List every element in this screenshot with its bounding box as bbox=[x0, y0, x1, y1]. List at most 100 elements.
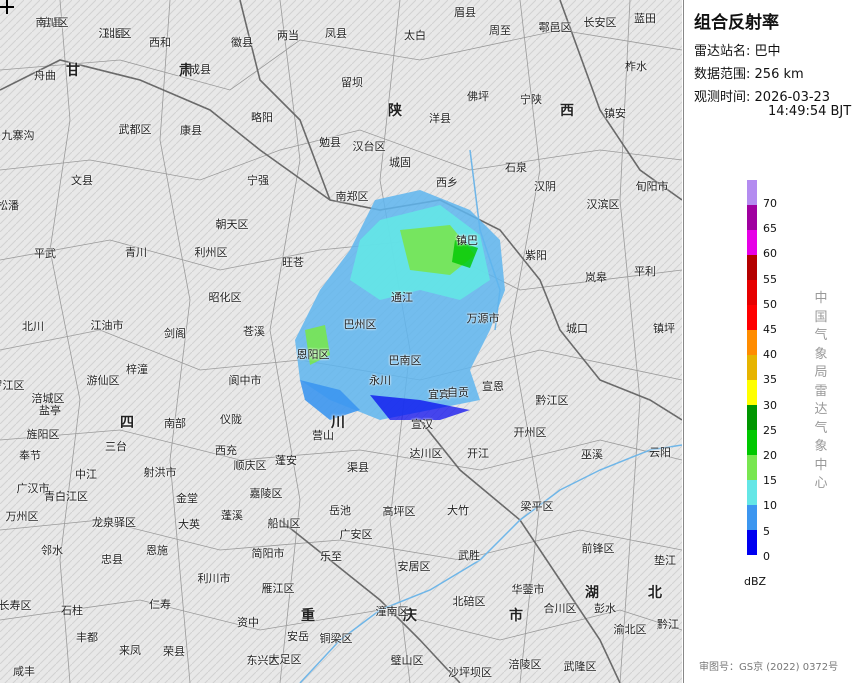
terrain-layer bbox=[0, 0, 682, 683]
station-value: 巴中 bbox=[754, 44, 781, 59]
legend-swatch bbox=[747, 280, 757, 305]
place-label: 涪陵区 bbox=[508, 658, 542, 671]
place-label: 南郑区 bbox=[335, 190, 369, 203]
place-label: 平利 bbox=[634, 265, 656, 278]
legend-tick-label: 45 bbox=[763, 323, 777, 336]
legend-tick-label: 15 bbox=[763, 474, 777, 488]
place-label: 万源市 bbox=[466, 312, 500, 325]
province-label: 重 bbox=[301, 608, 315, 624]
place-label: 黔江区 bbox=[535, 394, 569, 407]
place-label: 武都区 bbox=[118, 123, 152, 136]
place-label: 周至 bbox=[489, 24, 511, 37]
place-label: 荣县 bbox=[163, 645, 185, 658]
place-label: 勉县 bbox=[319, 136, 341, 149]
place-label: 九寨沟 bbox=[1, 129, 35, 142]
legend-swatch bbox=[747, 255, 757, 280]
place-label: 忠县 bbox=[101, 553, 123, 566]
place-label: 梓潼 bbox=[126, 363, 148, 376]
legend-swatch bbox=[747, 330, 757, 355]
place-label: 资中 bbox=[237, 616, 259, 629]
place-label: 太白 bbox=[404, 29, 426, 42]
place-label: 蓝田 bbox=[634, 12, 656, 25]
place-label: 南部 bbox=[164, 417, 186, 430]
place-label: 射洪市 bbox=[143, 466, 177, 479]
place-label: 鄠邑区 bbox=[538, 21, 572, 34]
place-label: 岚皋 bbox=[585, 271, 607, 284]
place-label: 三台 bbox=[105, 440, 127, 453]
range-label: 数据范围: bbox=[694, 67, 751, 82]
place-label: 两当 bbox=[277, 29, 299, 42]
time-clock: 14:49:54 BJT bbox=[768, 104, 852, 119]
place-label: 龙泉驿区 bbox=[92, 516, 136, 529]
province-label: 西 bbox=[560, 103, 574, 119]
place-label: 长寿区 bbox=[0, 599, 32, 612]
province-label: 湖 bbox=[585, 585, 599, 601]
legend-tick-label: 10 bbox=[763, 499, 777, 513]
place-label: 利川市 bbox=[197, 572, 231, 585]
place-label: 仪陇 bbox=[220, 413, 242, 426]
place-label: 渠县 bbox=[347, 461, 369, 474]
place-label: 巫溪 bbox=[581, 448, 603, 461]
place-label: 广安区 bbox=[339, 528, 373, 541]
place-label: 略阳 bbox=[251, 111, 273, 124]
legend-swatch bbox=[747, 505, 757, 530]
place-label: 康县 bbox=[180, 124, 202, 137]
place-label: 蓬安 bbox=[275, 454, 297, 467]
place-label: 北川 bbox=[22, 320, 44, 333]
place-label: 仁寿 bbox=[149, 598, 171, 611]
place-label: 城固 bbox=[389, 156, 411, 169]
place-label: 咸丰 bbox=[13, 665, 35, 678]
place-label: 沙坪坝区 bbox=[448, 666, 492, 679]
place-label: 石柱 bbox=[61, 604, 83, 617]
map-approval-number: 审图号：GS京 (2022) 0372号 bbox=[699, 662, 839, 673]
place-label: 西乡 bbox=[436, 176, 458, 189]
province-label: 四 bbox=[120, 415, 134, 431]
station-label: 雷达站名: bbox=[694, 44, 751, 59]
place-label: 西和 bbox=[149, 36, 171, 49]
place-label: 江北区 bbox=[98, 27, 132, 40]
place-label: 渝北区 bbox=[613, 623, 647, 636]
place-label: 黔江 bbox=[657, 618, 679, 631]
place-label: 恩施 bbox=[146, 544, 168, 557]
place-label: 汉阴 bbox=[534, 180, 556, 193]
place-label: 安岳 bbox=[287, 630, 309, 643]
legend-swatch bbox=[747, 180, 757, 205]
place-label: 南川区 bbox=[35, 16, 69, 29]
place-label: 洋县 bbox=[429, 112, 451, 125]
legend-swatch bbox=[747, 405, 757, 430]
legend-swatch bbox=[747, 455, 757, 480]
legend-tick-label: 30 bbox=[763, 398, 777, 412]
place-label: 城口 bbox=[566, 322, 588, 335]
province-label: 甘 bbox=[66, 63, 80, 79]
time-date: 2026-03-23 bbox=[754, 90, 831, 105]
place-label: 青川 bbox=[125, 246, 147, 259]
place-label: 中江 bbox=[75, 468, 97, 481]
place-label: 前锋区 bbox=[581, 542, 615, 555]
time-row: 观测时间: 2026-03-23 bbox=[694, 86, 830, 105]
legend-swatch bbox=[747, 430, 757, 455]
place-label: 眉县 bbox=[454, 6, 476, 19]
radar-map[interactable]: 甘 肃 陕 西 四 川 重 庆 市 湖 北 宕昌 礼县 西和 徽县 两当 凤县 太白 眉县 周至… bbox=[0, 0, 682, 683]
place-label: 长安区 bbox=[583, 16, 617, 29]
place-label: 潼南区 bbox=[375, 605, 409, 618]
radar-center-marker bbox=[0, 0, 14, 14]
legend-unit: dBZ bbox=[744, 575, 767, 588]
place-label: 凤县 bbox=[325, 27, 347, 40]
place-label: 徽县 bbox=[231, 36, 253, 49]
credit-vertical-text: 中国气象局雷达气象中心 bbox=[814, 291, 828, 491]
place-label: 昭化区 bbox=[208, 291, 242, 304]
place-label: 丰都 bbox=[76, 631, 98, 644]
legend-tick-label: 65 bbox=[763, 222, 777, 236]
place-label: 西充 bbox=[215, 444, 237, 457]
place-label: 梁平区 bbox=[520, 500, 554, 513]
place-label: 罗江区 bbox=[0, 379, 25, 392]
legend-tick-label: 25 bbox=[763, 423, 777, 437]
place-label: 留坝 bbox=[341, 76, 363, 89]
province-label: 陕 bbox=[388, 103, 402, 119]
legend-swatch bbox=[747, 305, 757, 330]
place-label: 镇巴 bbox=[456, 234, 478, 247]
place-label: 汉台区 bbox=[352, 140, 386, 153]
product-title: 组合反射率 bbox=[694, 13, 779, 33]
legend-tick-label: 20 bbox=[763, 449, 777, 462]
legend-swatch bbox=[747, 230, 757, 255]
